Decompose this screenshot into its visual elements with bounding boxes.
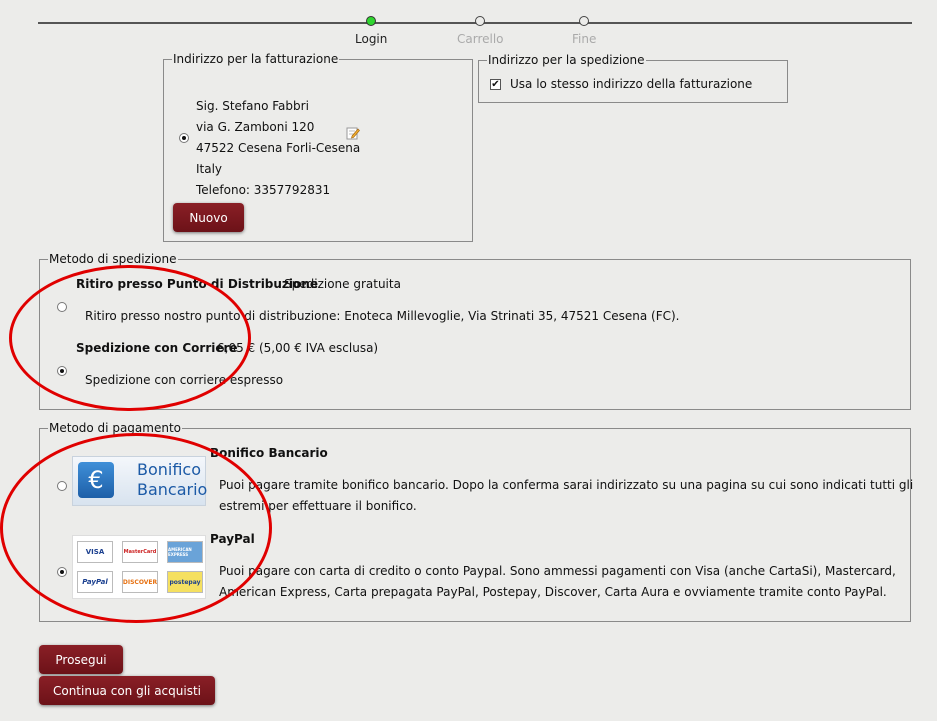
step-login-label: Login — [355, 32, 388, 46]
billing-phone: Telefono: 3357792831 — [196, 183, 331, 197]
keep-shopping-button[interactable]: Continua con gli acquisti — [39, 676, 215, 705]
payment-method-legend: Metodo di pagamento — [49, 421, 181, 435]
pickup-price: Spedizione gratuita — [284, 277, 401, 291]
step-cart-dot — [475, 16, 485, 26]
step-end-label: Fine — [572, 32, 597, 46]
paypal-desc-1: Puoi pagare con carta di credito o conto… — [219, 564, 896, 578]
same-address-label: Usa lo stesso indirizzo della fatturazio… — [510, 77, 753, 91]
shipping-address-legend: Indirizzo per la spedizione — [488, 53, 645, 67]
billing-legend: Indirizzo per la fatturazione — [173, 52, 339, 66]
continue-button[interactable]: Prosegui — [39, 645, 123, 674]
billing-country: Italy — [196, 162, 223, 176]
billing-address-radio[interactable] — [179, 133, 189, 143]
billing-city: 47522 Cesena Forli-Cesena — [196, 141, 361, 155]
new-address-button[interactable]: Nuovo — [173, 203, 244, 232]
paypal-desc-2: American Express, Carta prepagata PayPal… — [219, 585, 887, 599]
step-cart-label: Carrello — [457, 32, 504, 46]
bonifico-desc-1: Puoi pagare tramite bonifico bancario. D… — [219, 478, 914, 492]
billing-street: via G. Zamboni 120 — [196, 120, 315, 134]
billing-name: Sig. Stefano Fabbri — [196, 99, 309, 113]
shipping-method-legend: Metodo di spedizione — [49, 252, 177, 266]
step-login-dot — [366, 16, 376, 26]
annotation-ellipse-payment — [0, 433, 272, 623]
edit-icon[interactable] — [346, 126, 360, 140]
annotation-ellipse-shipping — [9, 265, 251, 411]
same-address-checkbox[interactable]: ✔ — [490, 79, 501, 90]
step-end-dot — [579, 16, 589, 26]
